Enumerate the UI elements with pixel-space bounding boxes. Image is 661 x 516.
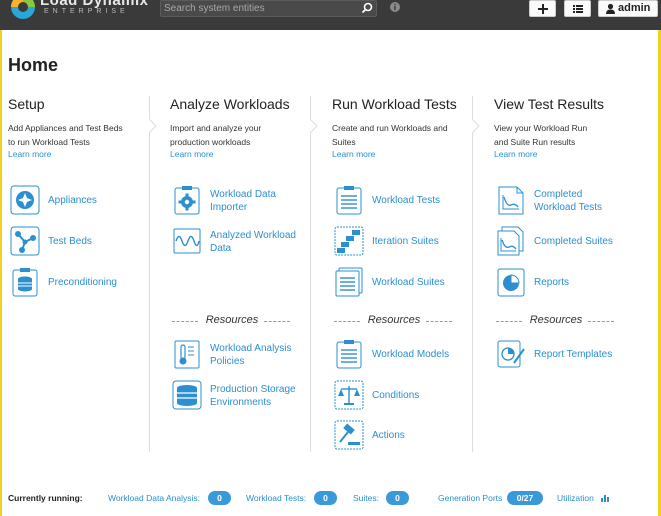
completed-workload-tests-link[interactable]: Completed Workload Tests <box>496 185 636 217</box>
template-icon <box>497 340 525 368</box>
item-label: Workload Analysis Policies <box>210 343 292 367</box>
run-column: Run Workload Tests Create and run Worklo… <box>332 96 492 159</box>
column-description: Add Appliances and Test Beds to run Work… <box>8 123 123 147</box>
pie-doc-icon <box>497 268 525 297</box>
completed-suites-link[interactable]: Completed Suites <box>496 226 636 258</box>
stack-doc-icon <box>335 267 363 297</box>
workload-data-analysis-link[interactable]: Workload Data Analysis: <box>108 493 200 503</box>
actions-link[interactable]: Actions <box>334 420 469 452</box>
info-icon[interactable] <box>389 1 401 13</box>
learn-more-link[interactable]: Learn more <box>8 149 168 159</box>
workload-tests-count-badge[interactable]: 0 <box>314 491 337 505</box>
report-templates-link[interactable]: Report Templates <box>496 339 636 371</box>
gavel-icon <box>334 420 364 450</box>
user-icon <box>606 3 615 14</box>
top-bar: Load Dynamix ENTERPRISE admin <box>0 0 661 30</box>
learn-more-link[interactable]: Learn more <box>332 149 492 159</box>
item-label: Production Storage Environments <box>210 384 296 408</box>
add-button[interactable] <box>529 0 556 17</box>
precondition-icon <box>12 268 38 297</box>
test-beds-link[interactable]: Test Beds <box>10 226 140 258</box>
workload-tests-running-link[interactable]: Workload Tests: <box>246 493 306 503</box>
search-box <box>160 0 377 17</box>
learn-more-link[interactable]: Learn more <box>494 149 654 159</box>
workload-data-analysis-count-badge[interactable]: 0 <box>208 491 231 505</box>
column-title: Analyze Workloads <box>170 96 290 112</box>
appliance-icon <box>10 185 40 215</box>
plus-icon <box>538 4 548 14</box>
item-label: Completed Workload Tests <box>534 189 602 213</box>
item-label: Analyzed Workload Data <box>210 230 296 254</box>
model-doc-icon <box>336 340 362 369</box>
generation-ports-link[interactable]: Generation Ports <box>438 493 502 503</box>
page-title: Home <box>8 55 59 75</box>
workload-tests-link[interactable]: Workload Tests <box>334 185 469 217</box>
search-input[interactable] <box>164 1 354 16</box>
analyzed-workload-data-link[interactable]: Analyzed Workload Data <box>172 226 307 258</box>
user-name: admin <box>618 2 651 14</box>
column-description: Create and run Workloads and Suites <box>332 123 448 147</box>
brand-subtitle: ENTERPRISE <box>44 8 129 15</box>
learn-more-link[interactable]: Learn more <box>170 149 330 159</box>
currently-running-label: Currently running: <box>8 493 83 503</box>
workload-suites-link[interactable]: Workload Suites <box>334 267 469 299</box>
testbed-icon <box>10 226 40 256</box>
workload-analysis-policies-link[interactable]: Workload Analysis Policies <box>172 339 307 371</box>
thermometer-icon <box>174 340 200 369</box>
chart-doc-icon <box>498 186 524 215</box>
resources-heading: Resources <box>334 314 454 328</box>
chart-stack-icon <box>497 226 524 256</box>
item-label: Workload Data Importer <box>210 189 276 213</box>
column-description: View your Workload Run and Suite Run res… <box>494 123 588 147</box>
suites-count-badge[interactable]: 0 <box>386 491 409 505</box>
utilization-link[interactable]: Utilization <box>557 493 594 503</box>
preconditioning-link[interactable]: Preconditioning <box>10 267 140 299</box>
column-title: View Test Results <box>494 96 604 112</box>
resources-heading: Resources <box>496 314 616 328</box>
iteration-suites-link[interactable]: Iteration Suites <box>334 226 469 258</box>
generation-ports-badge[interactable]: 0/27 <box>507 491 543 505</box>
resources-heading: Resources <box>172 314 292 328</box>
workload-data-importer-link[interactable]: Workload Data Importer <box>172 185 307 217</box>
search-icon[interactable] <box>359 1 375 16</box>
reports-link[interactable]: Reports <box>496 267 636 299</box>
status-footer: Currently running: Workload Data Analysi… <box>2 482 658 516</box>
production-storage-environments-link[interactable]: Production Storage Environments <box>172 380 307 412</box>
logo-icon[interactable] <box>8 0 38 22</box>
conditions-link[interactable]: Conditions <box>334 380 469 412</box>
document-icon <box>336 186 362 215</box>
user-menu-button[interactable]: admin <box>598 0 658 17</box>
column-description: Import and analyze your production workl… <box>170 123 262 147</box>
column-title: Setup <box>8 96 45 112</box>
waveform-icon <box>173 228 201 254</box>
column-title: Run Workload Tests <box>332 96 457 112</box>
list-menu-button[interactable] <box>564 0 591 17</box>
workload-models-link[interactable]: Workload Models <box>334 339 469 371</box>
home-panel: Home Setup Add Appliances and Test Beds … <box>2 30 658 516</box>
setup-column: Setup Add Appliances and Test Beds to ru… <box>8 96 168 159</box>
suites-running-link[interactable]: Suites: <box>353 493 379 503</box>
bar-chart-icon[interactable] <box>601 493 610 502</box>
steps-icon <box>334 226 364 256</box>
storage-icon <box>172 380 202 410</box>
appliances-link[interactable]: Appliances <box>10 185 140 217</box>
gear-doc-icon <box>174 186 200 215</box>
view-column: View Test Results View your Workload Run… <box>494 96 654 159</box>
scale-icon <box>334 380 364 410</box>
list-icon <box>573 5 583 13</box>
analyze-column: Analyze Workloads Import and analyze you… <box>170 96 330 159</box>
